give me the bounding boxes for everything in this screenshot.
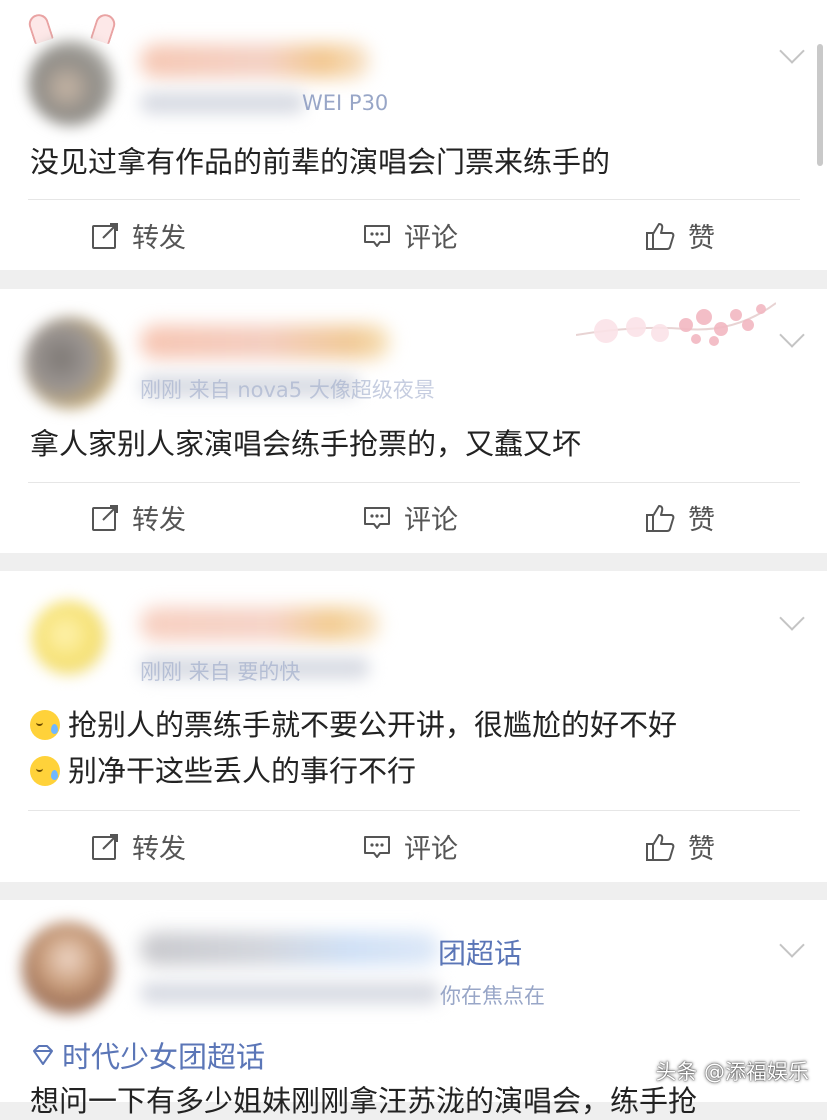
scrollbar[interactable] [817, 44, 823, 166]
chevron-down-icon[interactable] [779, 932, 805, 958]
like-button[interactable]: 赞 [644, 216, 715, 255]
thumbs-up-icon [646, 222, 675, 250]
post-content: 抢别人的票练手就不要公开讲，很尴尬的好不好 别净干这些丢人的事行不行 [30, 702, 807, 794]
comment-button[interactable]: 评论 [362, 216, 458, 255]
avatar[interactable] [32, 601, 106, 675]
watermark: 头条 @添福娱乐 [655, 1060, 809, 1084]
comment-icon [364, 224, 390, 247]
like-label: 赞 [688, 223, 715, 254]
action-bar: 转发 评论 赞 [0, 827, 827, 867]
meta-blurred [140, 92, 305, 114]
comment-label: 评论 [404, 834, 458, 865]
forward-button[interactable]: 转发 [90, 827, 186, 866]
comment-icon [364, 835, 390, 858]
chevron-down-icon[interactable] [779, 38, 805, 64]
post-card[interactable]: 团超话 你在焦点在 时代少女团超话 想问一下有多少姐妹刚刚拿汪苏泷的演唱会，练手… [0, 900, 827, 1118]
username-blurred[interactable] [140, 607, 380, 641]
post-card[interactable]: 刚刚 来自 要的快 抢别人的票练手就不要公开讲，很尴尬的好不好 别净干这些丢人的… [0, 571, 827, 882]
avatar[interactable] [24, 317, 116, 409]
share-edit-icon [92, 222, 118, 249]
divider [28, 482, 800, 483]
comment-label: 评论 [404, 505, 458, 536]
comment-icon [364, 506, 390, 529]
comment-label: 评论 [404, 223, 458, 254]
action-bar: 转发 评论 赞 [0, 498, 827, 538]
post-text-partial: 想问一下有多少姐妹刚刚拿汪苏泷的演唱会，练手抢 [30, 1084, 698, 1118]
post-meta: 刚刚 来自 nova5 大像超级夜景 [140, 378, 435, 402]
share-edit-icon [92, 504, 118, 531]
thumbs-up-icon [646, 833, 675, 861]
topic-link[interactable]: 时代少女团超话 [30, 1034, 265, 1076]
forward-label: 转发 [132, 505, 186, 536]
topic-label: 时代少女团超话 [62, 1040, 266, 1074]
forward-label: 转发 [132, 223, 186, 254]
chevron-down-icon[interactable] [779, 322, 805, 348]
post-meta: 你在焦点在 [440, 984, 545, 1008]
share-edit-icon [92, 833, 118, 860]
like-button[interactable]: 赞 [644, 498, 715, 537]
forward-button[interactable]: 转发 [90, 498, 186, 537]
avatar[interactable] [22, 922, 114, 1014]
divider [28, 199, 800, 200]
post-content: 没见过拿有作品的前辈的演唱会门票来练手的 [30, 139, 807, 185]
post-card[interactable]: WEI P30 没见过拿有作品的前辈的演唱会门票来练手的 转发 评论 赞 [0, 0, 827, 270]
like-label: 赞 [688, 505, 715, 536]
sweat-smile-emoji-icon [30, 710, 60, 740]
post-meta: 刚刚 来自 要的快 [140, 660, 301, 684]
post-content: 拿人家别人家演唱会练手抢票的，又蠢又坏 [30, 421, 807, 467]
post-text: 别净干这些丢人的事行不行 [68, 754, 417, 788]
blossom-decoration [576, 302, 776, 346]
like-button[interactable]: 赞 [644, 827, 715, 866]
divider [28, 810, 800, 811]
post-text: 抢别人的票练手就不要公开讲，很尴尬的好不好 [68, 708, 678, 742]
diamond-topic-icon [33, 1045, 53, 1065]
post-meta: WEI P30 [302, 91, 389, 115]
avatar[interactable] [28, 40, 114, 126]
post-text-line: 拿人家别人家演唱会练手抢票的，又蠢又坏 [30, 427, 582, 461]
comment-button[interactable]: 评论 [362, 827, 458, 866]
forward-button[interactable]: 转发 [90, 216, 186, 255]
username-blurred[interactable] [140, 44, 370, 78]
thumbs-up-icon [646, 504, 675, 532]
like-label: 赞 [688, 834, 715, 865]
chevron-down-icon[interactable] [779, 605, 805, 631]
post-text-line: 别净干这些丢人的事行不行 [30, 748, 807, 794]
sweat-smile-emoji-icon [30, 756, 60, 786]
action-bar: 转发 评论 赞 [0, 216, 827, 256]
comment-button[interactable]: 评论 [362, 498, 458, 537]
forward-label: 转发 [132, 834, 186, 865]
meta-blurred [140, 982, 440, 1004]
post-card[interactable]: 刚刚 来自 nova5 大像超级夜景 拿人家别人家演唱会练手抢票的，又蠢又坏 转… [0, 289, 827, 553]
username-blurred[interactable] [140, 932, 440, 966]
post-text-line: 没见过拿有作品的前辈的演唱会门票来练手的 [30, 145, 611, 179]
username-blurred[interactable] [140, 325, 390, 359]
post-text-line: 抢别人的票练手就不要公开讲，很尴尬的好不好 [30, 702, 807, 748]
username-suffix[interactable]: 团超话 [438, 932, 522, 972]
